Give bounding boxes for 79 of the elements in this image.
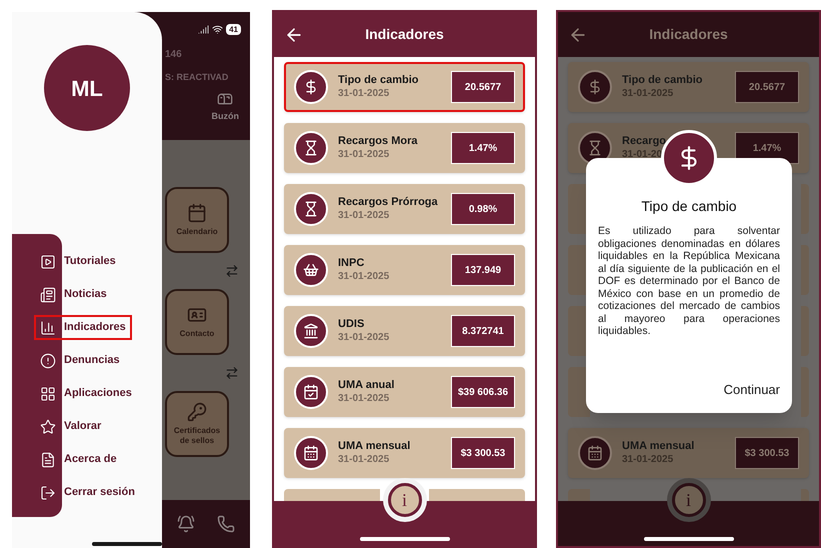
key-icon: [187, 402, 207, 422]
indicator-name: Recargos Mora: [338, 134, 418, 149]
value-box: 8.372741: [451, 315, 515, 347]
screen-title: Indicadores: [648, 25, 729, 44]
news-icon: [40, 286, 56, 302]
alert-icon: [40, 352, 56, 368]
battery-indicator: 41: [226, 24, 241, 35]
home-indicator: [92, 542, 162, 546]
calendar-icon: [187, 203, 207, 223]
indicator-date: 31-01-2025: [338, 332, 390, 344]
menu-item[interactable]: Tutoriales: [34, 249, 122, 274]
menu-item[interactable]: Cerrar sesión: [34, 480, 141, 505]
value-box: 20.5677: [735, 71, 799, 103]
avatar: ML: [44, 45, 130, 131]
indicator-card[interactable]: UDIS 31-01-2025 8.372741: [284, 306, 525, 356]
value-box: $3 300.53: [735, 437, 799, 469]
value-box: $3 300.53: [451, 437, 515, 469]
bell-icon[interactable]: [177, 515, 195, 533]
indicator-name: UMA anual: [338, 378, 396, 393]
dollar-icon: [578, 70, 612, 104]
swap-icon: [225, 264, 239, 278]
menu-item[interactable]: Valorar: [34, 414, 108, 439]
indicator-name: Tipo de cambio: [622, 74, 704, 88]
indicator-name: UDIS: [338, 318, 366, 332]
indicator-card[interactable]: INPC 31-01-2025 137.949: [284, 245, 525, 295]
document-icon: [40, 452, 56, 468]
value-box: 0.98%: [451, 193, 515, 225]
video-icon: [40, 254, 56, 270]
indicator-name: Recargos Prórroga: [338, 196, 439, 210]
star-icon: [40, 418, 56, 434]
calendar-check-icon: [294, 375, 328, 409]
menu-item[interactable]: Indicadores: [34, 315, 132, 340]
indicator-date: 31-01-2025: [338, 270, 390, 284]
dollar-icon: [294, 70, 328, 104]
hourglass-icon: [294, 131, 328, 165]
indicator-card[interactable]: Tipo de cambio 31-01-2025 20.5677: [284, 62, 525, 112]
indicator-name: Recargo: [622, 134, 668, 149]
logout-icon: [40, 484, 56, 500]
indicator-card[interactable]: UMA mensual 31-01-2025 $3 300.53: [284, 428, 525, 478]
screen-title: Indicadores: [364, 25, 445, 44]
swap-icon: [225, 366, 239, 380]
indicator-name: Tipo de cambio: [338, 74, 420, 88]
indicator-card[interactable]: Recargos Mora 31-01-2025 1.47%: [284, 123, 525, 173]
menu-item[interactable]: Aplicaciones: [34, 381, 138, 406]
grid-icon: [40, 386, 56, 402]
value-box: $39 606.36: [451, 376, 515, 408]
indicator-name: INPC: [338, 256, 366, 271]
dialog-text: Es utilizado para solventar obligaciones denominadas en dólares liquidables en la República Mexicana al día siguiente de la publicación en el DOF es determinado por el Banco de México con base en un promedio de cotizaciones del mercado de cambios al mayoreo para operaciones liquidables.: [598, 225, 780, 338]
status-text: S: REACTIVAD: [165, 71, 230, 84]
mailbox-icon: [217, 90, 234, 106]
menu-item[interactable]: Noticias: [34, 282, 113, 307]
indicator-date: 31-01-2025: [338, 210, 390, 222]
value-box: 137.949: [451, 254, 515, 286]
indicator-date: 31-01-2025: [338, 88, 390, 100]
dialog-title: Tipo de cambio: [641, 197, 737, 216]
wifi-icon: [212, 24, 224, 35]
bar-chart-icon: [40, 320, 56, 336]
header-tab[interactable]: Buzón: [212, 110, 239, 123]
menu-item[interactable]: Acerca de: [34, 447, 123, 472]
signal-icon: [198, 24, 210, 35]
hourglass-icon: [294, 192, 328, 226]
basket-icon: [294, 253, 328, 287]
calendar-icon: [294, 436, 328, 470]
bank-icon: [294, 314, 328, 348]
phone-icon[interactable]: [217, 515, 235, 533]
indicator-card[interactable]: Recargos Prórroga 31-01-2025 0.98%: [284, 184, 525, 234]
account-number: 146: [165, 48, 183, 62]
indicator-date: 31-01-2025: [338, 454, 390, 466]
indicator-card[interactable]: UMA anual 31-01-2025 $39 606.36: [284, 367, 525, 417]
calendar-icon: [578, 436, 612, 470]
indicator-name: UMA mensual: [622, 440, 696, 454]
indicator-date: 31-01-2025: [338, 148, 390, 162]
indicator-name: UMA mensual: [338, 440, 412, 454]
value-box: 20.5677: [451, 71, 515, 103]
continue-button[interactable]: Continuar: [724, 380, 780, 399]
menu-item[interactable]: Denuncias: [34, 348, 126, 373]
indicator-date: 31-01-2025: [338, 392, 390, 406]
value-box: 1.47%: [451, 132, 515, 164]
info-button[interactable]: i: [388, 483, 422, 517]
